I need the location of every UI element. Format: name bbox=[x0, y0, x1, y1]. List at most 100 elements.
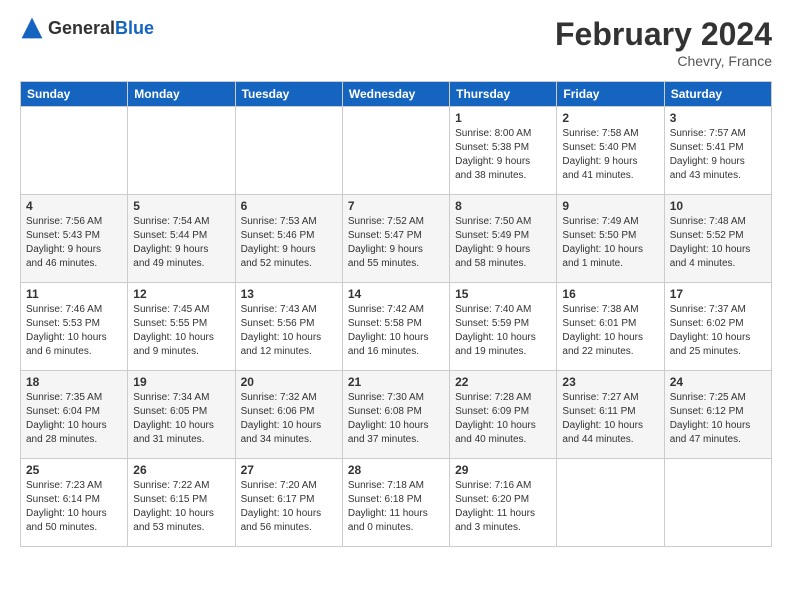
title-block: February 2024 Chevry, France bbox=[555, 16, 772, 69]
day-info: Sunrise: 7:56 AM Sunset: 5:43 PM Dayligh… bbox=[26, 215, 122, 271]
day-info: Sunrise: 7:38 AM Sunset: 6:01 PM Dayligh… bbox=[562, 303, 658, 359]
day-cell: 21 Sunrise: 7:30 AM Sunset: 6:08 PM Dayli… bbox=[342, 371, 449, 459]
col-header-saturday: Saturday bbox=[664, 82, 771, 107]
day-cell: 18 Sunrise: 7:35 AM Sunset: 6:04 PM Dayli… bbox=[21, 371, 128, 459]
day-cell: 5 Sunrise: 7:54 AM Sunset: 5:44 PM Daylig… bbox=[128, 195, 235, 283]
day-info: Sunrise: 7:58 AM Sunset: 5:40 PM Dayligh… bbox=[562, 127, 658, 183]
day-info: Sunrise: 7:32 AM Sunset: 6:06 PM Dayligh… bbox=[241, 391, 337, 447]
day-number: 25 bbox=[26, 463, 122, 477]
week-row-4: 18 Sunrise: 7:35 AM Sunset: 6:04 PM Dayli… bbox=[21, 371, 772, 459]
day-cell bbox=[664, 459, 771, 547]
page-header: GeneralBlue February 2024 Chevry, France bbox=[20, 16, 772, 69]
day-number: 2 bbox=[562, 111, 658, 125]
day-info: Sunrise: 8:00 AM Sunset: 5:38 PM Dayligh… bbox=[455, 127, 551, 183]
col-header-monday: Monday bbox=[128, 82, 235, 107]
day-cell: 29Sunrise: 7:16 AM Sunset: 6:20 PM Dayli… bbox=[450, 459, 557, 547]
day-number: 14 bbox=[348, 287, 444, 301]
day-cell: 23 Sunrise: 7:27 AM Sunset: 6:11 PM Dayli… bbox=[557, 371, 664, 459]
day-cell bbox=[342, 107, 449, 195]
day-number: 15 bbox=[455, 287, 551, 301]
day-info: Sunrise: 7:34 AM Sunset: 6:05 PM Dayligh… bbox=[133, 391, 229, 447]
day-info: Sunrise: 7:28 AM Sunset: 6:09 PM Dayligh… bbox=[455, 391, 551, 447]
day-cell: 28 Sunrise: 7:18 AM Sunset: 6:18 PM Dayli… bbox=[342, 459, 449, 547]
day-info: Sunrise: 7:53 AM Sunset: 5:46 PM Dayligh… bbox=[241, 215, 337, 271]
day-cell: 20 Sunrise: 7:32 AM Sunset: 6:06 PM Dayli… bbox=[235, 371, 342, 459]
day-info: Sunrise: 7:25 AM Sunset: 6:12 PM Dayligh… bbox=[670, 391, 766, 447]
day-cell bbox=[235, 107, 342, 195]
day-number: 21 bbox=[348, 375, 444, 389]
day-number: 24 bbox=[670, 375, 766, 389]
logo-icon bbox=[20, 16, 44, 40]
location-subtitle: Chevry, France bbox=[555, 53, 772, 69]
day-cell: 6 Sunrise: 7:53 AM Sunset: 5:46 PM Daylig… bbox=[235, 195, 342, 283]
day-number: 10 bbox=[670, 199, 766, 213]
day-cell: 13 Sunrise: 7:43 AM Sunset: 5:56 PM Dayli… bbox=[235, 283, 342, 371]
day-cell: 8Sunrise: 7:50 AM Sunset: 5:49 PM Daylig… bbox=[450, 195, 557, 283]
header-row: SundayMondayTuesdayWednesdayThursdayFrid… bbox=[21, 82, 772, 107]
day-number: 5 bbox=[133, 199, 229, 213]
day-info: Sunrise: 7:54 AM Sunset: 5:44 PM Dayligh… bbox=[133, 215, 229, 271]
logo: GeneralBlue bbox=[20, 16, 154, 40]
day-info: Sunrise: 7:57 AM Sunset: 5:41 PM Dayligh… bbox=[670, 127, 766, 183]
day-info: Sunrise: 7:37 AM Sunset: 6:02 PM Dayligh… bbox=[670, 303, 766, 359]
day-number: 8 bbox=[455, 199, 551, 213]
day-cell: 10 Sunrise: 7:48 AM Sunset: 5:52 PM Dayli… bbox=[664, 195, 771, 283]
day-number: 13 bbox=[241, 287, 337, 301]
day-info: Sunrise: 7:40 AM Sunset: 5:59 PM Dayligh… bbox=[455, 303, 551, 359]
col-header-friday: Friday bbox=[557, 82, 664, 107]
day-cell bbox=[128, 107, 235, 195]
day-info: Sunrise: 7:43 AM Sunset: 5:56 PM Dayligh… bbox=[241, 303, 337, 359]
day-number: 3 bbox=[670, 111, 766, 125]
day-info: Sunrise: 7:22 AM Sunset: 6:15 PM Dayligh… bbox=[133, 479, 229, 535]
day-number: 29 bbox=[455, 463, 551, 477]
col-header-wednesday: Wednesday bbox=[342, 82, 449, 107]
day-cell: 22 Sunrise: 7:28 AM Sunset: 6:09 PM Dayli… bbox=[450, 371, 557, 459]
day-cell: 2 Sunrise: 7:58 AM Sunset: 5:40 PM Daylig… bbox=[557, 107, 664, 195]
day-info: Sunrise: 7:20 AM Sunset: 6:17 PM Dayligh… bbox=[241, 479, 337, 535]
day-cell: 14Sunrise: 7:42 AM Sunset: 5:58 PM Dayli… bbox=[342, 283, 449, 371]
day-number: 20 bbox=[241, 375, 337, 389]
logo-general-text: GeneralBlue bbox=[48, 18, 154, 39]
day-info: Sunrise: 7:48 AM Sunset: 5:52 PM Dayligh… bbox=[670, 215, 766, 271]
day-cell bbox=[557, 459, 664, 547]
day-cell: 3 Sunrise: 7:57 AM Sunset: 5:41 PM Daylig… bbox=[664, 107, 771, 195]
day-cell: 11 Sunrise: 7:46 AM Sunset: 5:53 PM Dayli… bbox=[21, 283, 128, 371]
day-info: Sunrise: 7:18 AM Sunset: 6:18 PM Dayligh… bbox=[348, 479, 444, 535]
day-info: Sunrise: 7:49 AM Sunset: 5:50 PM Dayligh… bbox=[562, 215, 658, 271]
day-cell: 7Sunrise: 7:52 AM Sunset: 5:47 PM Daylig… bbox=[342, 195, 449, 283]
col-header-thursday: Thursday bbox=[450, 82, 557, 107]
day-info: Sunrise: 7:27 AM Sunset: 6:11 PM Dayligh… bbox=[562, 391, 658, 447]
day-cell: 17 Sunrise: 7:37 AM Sunset: 6:02 PM Dayli… bbox=[664, 283, 771, 371]
day-cell: 9 Sunrise: 7:49 AM Sunset: 5:50 PM Daylig… bbox=[557, 195, 664, 283]
day-cell: 4 Sunrise: 7:56 AM Sunset: 5:43 PM Daylig… bbox=[21, 195, 128, 283]
day-number: 18 bbox=[26, 375, 122, 389]
week-row-5: 25Sunrise: 7:23 AM Sunset: 6:14 PM Dayli… bbox=[21, 459, 772, 547]
day-number: 22 bbox=[455, 375, 551, 389]
day-info: Sunrise: 7:46 AM Sunset: 5:53 PM Dayligh… bbox=[26, 303, 122, 359]
col-header-sunday: Sunday bbox=[21, 82, 128, 107]
day-number: 23 bbox=[562, 375, 658, 389]
day-cell: 27 Sunrise: 7:20 AM Sunset: 6:17 PM Dayli… bbox=[235, 459, 342, 547]
day-number: 27 bbox=[241, 463, 337, 477]
day-number: 9 bbox=[562, 199, 658, 213]
day-number: 28 bbox=[348, 463, 444, 477]
day-cell: 1 Sunrise: 8:00 AM Sunset: 5:38 PM Daylig… bbox=[450, 107, 557, 195]
day-cell: 12 Sunrise: 7:45 AM Sunset: 5:55 PM Dayli… bbox=[128, 283, 235, 371]
day-info: Sunrise: 7:52 AM Sunset: 5:47 PM Dayligh… bbox=[348, 215, 444, 271]
day-number: 12 bbox=[133, 287, 229, 301]
week-row-1: 1 Sunrise: 8:00 AM Sunset: 5:38 PM Daylig… bbox=[21, 107, 772, 195]
day-number: 16 bbox=[562, 287, 658, 301]
day-info: Sunrise: 7:45 AM Sunset: 5:55 PM Dayligh… bbox=[133, 303, 229, 359]
day-number: 17 bbox=[670, 287, 766, 301]
day-cell: 25Sunrise: 7:23 AM Sunset: 6:14 PM Dayli… bbox=[21, 459, 128, 547]
day-info: Sunrise: 7:35 AM Sunset: 6:04 PM Dayligh… bbox=[26, 391, 122, 447]
day-cell: 19Sunrise: 7:34 AM Sunset: 6:05 PM Dayli… bbox=[128, 371, 235, 459]
day-number: 1 bbox=[455, 111, 551, 125]
day-number: 6 bbox=[241, 199, 337, 213]
col-header-tuesday: Tuesday bbox=[235, 82, 342, 107]
day-cell bbox=[21, 107, 128, 195]
day-cell: 16 Sunrise: 7:38 AM Sunset: 6:01 PM Dayli… bbox=[557, 283, 664, 371]
day-number: 11 bbox=[26, 287, 122, 301]
day-info: Sunrise: 7:30 AM Sunset: 6:08 PM Dayligh… bbox=[348, 391, 444, 447]
day-number: 4 bbox=[26, 199, 122, 213]
